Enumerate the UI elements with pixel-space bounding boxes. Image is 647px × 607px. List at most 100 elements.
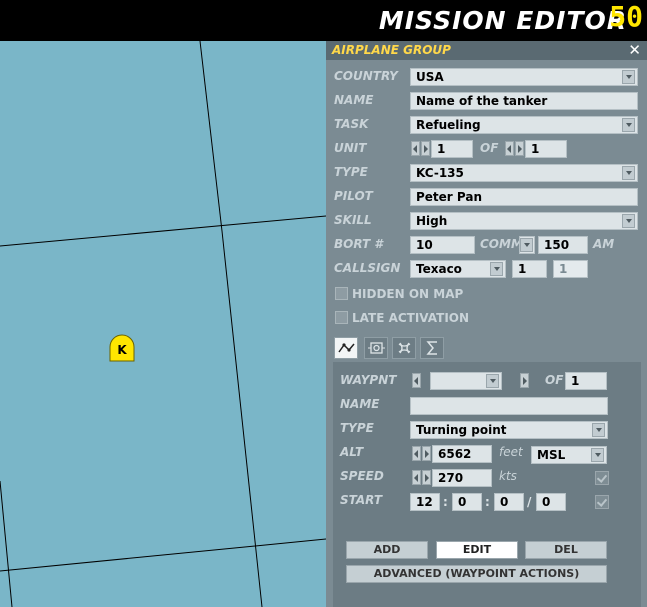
chevron-down-icon — [622, 70, 635, 84]
chevron-down-icon — [490, 262, 503, 276]
hidden-on-map-label: HIDDEN ON MAP — [352, 287, 464, 301]
chevron-down-icon — [622, 214, 635, 228]
task-value: Refueling — [416, 118, 481, 132]
arrow-left-icon[interactable] — [412, 470, 421, 485]
start-label: START — [340, 493, 383, 507]
waypnt-of-label: OF — [545, 373, 564, 387]
country-value: USA — [416, 70, 444, 84]
map-view[interactable]: K — [0, 41, 326, 607]
unit-stepper[interactable] — [410, 140, 430, 158]
waypnt-total: 1 — [565, 372, 607, 390]
advanced-actions-button[interactable]: ADVANCED (WAYPOINT ACTIONS) — [346, 565, 607, 583]
callsign-label: CALLSIGN — [334, 261, 401, 275]
unit-total-stepper[interactable] — [504, 140, 524, 158]
payload-icon — [398, 342, 411, 354]
airplane-group-panel: AIRPLANE GROUP ✕ COUNTRY USA NAME Name o… — [326, 41, 647, 607]
start-lock-checkbox[interactable] — [595, 495, 609, 509]
waypnt-stepper-left[interactable] — [411, 372, 431, 390]
tab-targets[interactable] — [364, 337, 388, 359]
waypnt-label: WAYPNT — [340, 373, 397, 387]
task-label: TASK — [334, 117, 369, 131]
speed-field[interactable]: 270 — [432, 469, 492, 487]
tab-summary[interactable] — [420, 337, 444, 359]
window-title: MISSION EDITOR — [378, 6, 627, 35]
type-select[interactable]: KC-135 — [410, 164, 638, 182]
arrow-left-icon[interactable] — [412, 373, 421, 388]
alt-ref-select[interactable]: MSL — [531, 446, 607, 464]
callsign-number2-field: 1 — [553, 260, 588, 278]
unit-total-value[interactable]: 1 — [525, 140, 567, 158]
arrow-right-icon[interactable] — [515, 141, 524, 156]
tanker-marker[interactable]: K — [108, 333, 136, 363]
alt-unit-label: feet — [499, 445, 523, 459]
type-value: KC-135 — [416, 166, 464, 180]
start-second-field[interactable]: 0 — [494, 493, 524, 511]
chevron-down-icon — [622, 166, 635, 180]
alt-stepper[interactable] — [411, 445, 431, 463]
late-activation-checkbox[interactable] — [335, 311, 348, 324]
wp-type-label: TYPE — [340, 421, 374, 435]
start-hour-field[interactable]: 12 — [410, 493, 440, 511]
speed-stepper[interactable] — [411, 469, 431, 487]
title-bar: MISSION EDITOR 50 — [0, 0, 647, 41]
callsign-select[interactable]: Texaco — [410, 260, 506, 278]
speed-lock-checkbox[interactable] — [595, 471, 609, 485]
waypnt-select[interactable] — [430, 372, 502, 390]
type-label: TYPE — [334, 165, 368, 179]
waypnt-stepper-right[interactable] — [519, 372, 539, 390]
tab-payload[interactable] — [392, 337, 416, 359]
wp-name-field[interactable] — [410, 397, 608, 415]
arrow-left-icon[interactable] — [412, 446, 421, 461]
pilot-field[interactable]: Peter Pan — [410, 188, 638, 206]
chevron-down-icon — [591, 448, 604, 462]
bort-field[interactable]: 10 — [410, 236, 475, 254]
wp-type-value: Turning point — [416, 423, 507, 437]
start-day-field[interactable]: 0 — [536, 493, 566, 511]
time-separator: : — [485, 495, 490, 509]
skill-select[interactable]: High — [410, 212, 638, 230]
task-select[interactable]: Refueling — [410, 116, 638, 134]
summary-icon — [426, 341, 437, 355]
callsign-value: Texaco — [416, 262, 462, 276]
arrow-right-icon[interactable] — [421, 141, 430, 156]
del-button[interactable]: DEL — [525, 541, 607, 559]
chevron-down-icon — [592, 423, 605, 437]
chevron-down-icon — [520, 238, 533, 252]
hidden-on-map-checkbox[interactable] — [335, 287, 348, 300]
alt-field[interactable]: 6562 — [432, 445, 492, 463]
band-label: AM — [593, 237, 615, 251]
map-grid — [0, 41, 326, 607]
skill-label: SKILL — [334, 213, 372, 227]
start-minute-field[interactable]: 0 — [452, 493, 482, 511]
arrow-left-icon[interactable] — [505, 141, 514, 156]
arrow-left-icon[interactable] — [411, 141, 420, 156]
name-field[interactable]: Name of the tanker — [410, 92, 638, 110]
name-label: NAME — [334, 93, 374, 107]
comm-dropdown[interactable] — [519, 236, 535, 254]
speed-unit-label: kts — [499, 469, 517, 483]
arrow-right-icon[interactable] — [520, 373, 529, 388]
callsign-number-field[interactable]: 1 — [512, 260, 547, 278]
route-icon — [338, 343, 355, 353]
day-separator: / — [527, 495, 532, 509]
wp-type-select[interactable]: Turning point — [410, 421, 608, 439]
tab-route[interactable] — [334, 337, 358, 359]
time-separator: : — [443, 495, 448, 509]
arrow-right-icon[interactable] — [422, 446, 431, 461]
speed-label: SPEED — [340, 469, 384, 483]
airplane-group-icon: K — [109, 334, 135, 362]
comm-field[interactable]: 150 — [538, 236, 588, 254]
close-icon[interactable]: ✕ — [628, 41, 641, 59]
add-button[interactable]: ADD — [346, 541, 428, 559]
country-select[interactable]: USA — [410, 68, 638, 86]
arrow-right-icon[interactable] — [422, 470, 431, 485]
late-activation-label: LATE ACTIVATION — [352, 311, 470, 325]
edit-button[interactable]: EDIT — [436, 541, 518, 559]
marker-label: K — [117, 343, 127, 357]
wp-name-label: NAME — [340, 397, 380, 411]
unit-value[interactable]: 1 — [431, 140, 473, 158]
country-label: COUNTRY — [334, 69, 398, 83]
chevron-down-icon — [486, 374, 499, 388]
unit-of-label: OF — [480, 141, 499, 155]
waypoint-panel: WAYPNT OF 1 NAME TYPE Turning point ALT … — [333, 362, 641, 607]
